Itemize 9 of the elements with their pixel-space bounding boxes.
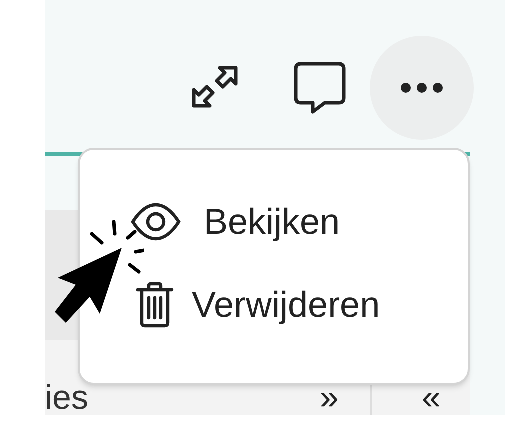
- comment-icon: [293, 62, 347, 114]
- eye-icon: [130, 202, 182, 242]
- trash-icon: [136, 282, 174, 328]
- collapse-columns-button[interactable]: «: [372, 383, 441, 413]
- expand-columns-button[interactable]: »: [305, 383, 370, 413]
- comment-button[interactable]: [293, 62, 347, 114]
- column-label: ies: [45, 383, 90, 413]
- more-icon: [400, 82, 444, 94]
- view-menu-item[interactable]: Bekijken: [80, 202, 468, 242]
